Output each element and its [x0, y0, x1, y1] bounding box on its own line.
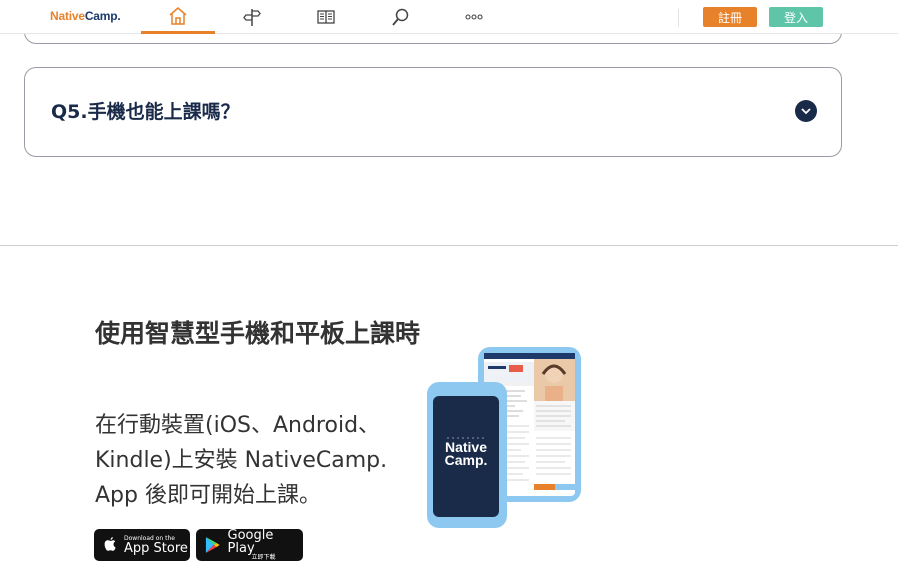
google-play-badge[interactable]: Google Play 立即下載: [196, 529, 303, 561]
page: NativeCamp. 註冊 登入 Q5.手機也能上課嗎？ 使用智慧型手機和平板…: [0, 0, 898, 580]
nav-book[interactable]: [289, 0, 363, 34]
google-play-big-text: Google Play: [227, 528, 274, 556]
nav-home[interactable]: [141, 0, 215, 34]
app-section-description: 在行動裝置(iOS、Android、Kindle)上安裝 NativeCamp.…: [95, 413, 388, 508]
faq-question: Q5.手機也能上課嗎？: [51, 101, 240, 123]
nav-search[interactable]: [363, 0, 437, 34]
faq-card-q5[interactable]: Q5.手機也能上課嗎？: [24, 67, 842, 157]
logo-text-native: Native: [50, 9, 85, 23]
register-button[interactable]: 註冊: [703, 7, 757, 27]
more-icon: [465, 14, 483, 20]
chevron-down-icon: [801, 108, 811, 115]
google-play-icon: [205, 537, 220, 553]
top-header: NativeCamp. 註冊 登入: [0, 0, 898, 34]
signpost-icon: [243, 9, 261, 26]
login-button[interactable]: 登入: [769, 7, 823, 27]
google-play-small-text: 立即下載: [251, 554, 276, 561]
nav-more[interactable]: [437, 0, 511, 34]
phones-illustration: Native Camp.: [427, 347, 581, 528]
book-icon: [317, 10, 335, 24]
app-section-title: 使用智慧型手機和平板上課時: [95, 319, 421, 348]
faq-toggle-button[interactable]: [795, 100, 817, 122]
search-icon: [392, 8, 409, 26]
front-phone: Native Camp.: [427, 382, 507, 528]
apple-icon: [104, 537, 116, 551]
section-divider: [0, 245, 898, 246]
logo-text-camp: Camp.: [84, 9, 121, 23]
header-divider: [678, 9, 679, 27]
home-icon: [169, 6, 187, 25]
app-store-badge[interactable]: Download on the App Store: [94, 529, 190, 561]
phone-logo-line2: Camp.: [445, 452, 488, 468]
app-store-big-text: App Store: [124, 540, 188, 556]
nativecamp-logo[interactable]: NativeCamp.: [50, 9, 121, 23]
nav-signpost[interactable]: [215, 0, 289, 34]
